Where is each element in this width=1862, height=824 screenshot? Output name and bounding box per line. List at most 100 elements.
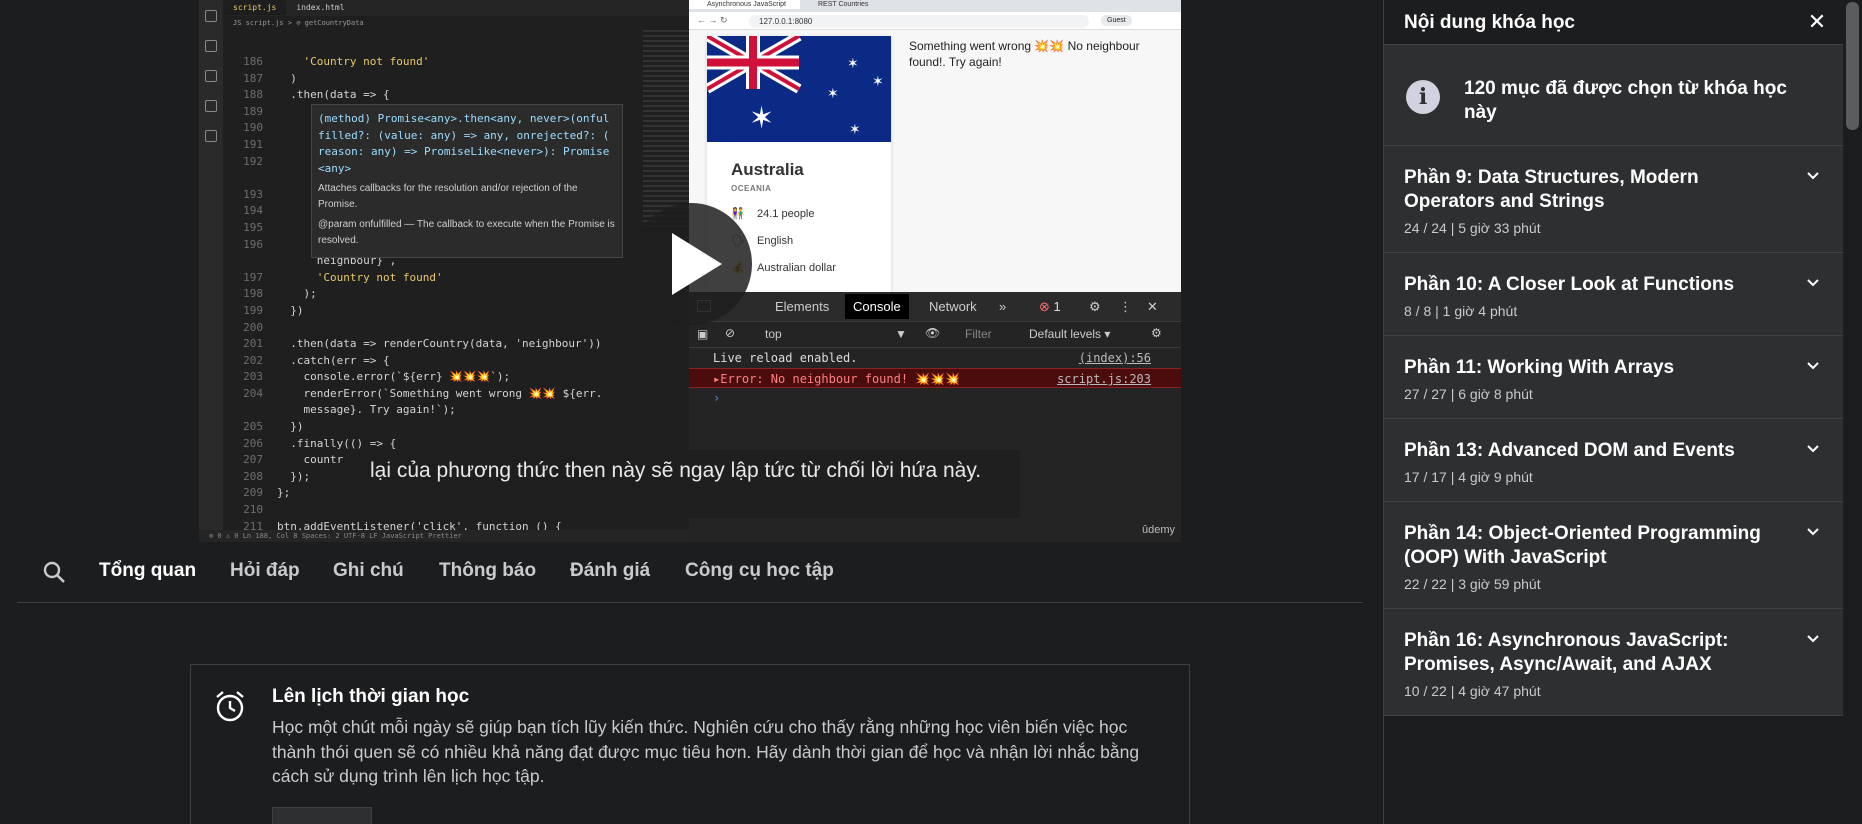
course-section[interactable]: Phần 16: Asynchronous JavaScript: Promis… [1384, 609, 1843, 716]
console-prompt: › [713, 391, 721, 405]
vscode-tab: index.html [296, 3, 345, 12]
vscode-tab: script.js [223, 0, 287, 15]
code-text: .catch(err => { [277, 353, 390, 367]
devtools-tab-elements: Elements [775, 299, 830, 314]
svg-text:✶: ✶ [847, 56, 859, 72]
selected-items-notice: i 120 mục đã được chọn từ khóa học này [1384, 45, 1843, 146]
console-filter: Filter [965, 327, 992, 341]
chevron-down-icon [1807, 362, 1819, 370]
code-text: console.error(`${err} 💥💥💥`); [277, 370, 511, 384]
eye-icon: 👁 [925, 326, 941, 340]
course-section[interactable]: Phần 11: Working With Arrays 27 / 27 | 6… [1384, 336, 1843, 419]
svg-text:✶: ✶ [749, 101, 774, 136]
sidebar-header: Nội dung khóa học ✕ [1384, 0, 1843, 45]
tab-reviews[interactable]: Đánh giá [570, 560, 650, 582]
nav-arrows-icon: ← → ↻ [697, 15, 728, 25]
browser-tab: REST Countries [817, 1, 869, 8]
language-row: 🗣English [731, 234, 891, 247]
line-number: 196 [243, 237, 263, 251]
vscode-status-bar: ⊗ 0 ⚠ 0 Ln 188, Col 8 Spaces: 2 UTF-8 LF… [199, 530, 689, 542]
code-line: 200 [223, 320, 629, 337]
code-line: 198 ); [223, 286, 629, 303]
code-text: message}. Try again!`); [277, 403, 456, 417]
section-title: Phần 16: Asynchronous JavaScript: Promis… [1404, 630, 1729, 675]
search-icon[interactable] [42, 560, 68, 586]
vscode-minimap [643, 30, 689, 230]
page-scrollbar[interactable] [1843, 0, 1862, 824]
tab-notes[interactable]: Ghi chú [333, 560, 404, 582]
console-log-line: Live reload enabled. (index):56 [713, 351, 1151, 365]
line-number: 200 [243, 320, 263, 334]
console-toolbar: ▣ ⊘ top ▼ 👁 Filter Default levels ▾ ⚙ [689, 322, 1181, 348]
dropdown-arrow-icon: ▼ [895, 327, 907, 341]
chevron-down-icon [1807, 445, 1819, 453]
schedule-learning-card: Lên lịch thời gian học Học một chút mỗi … [190, 664, 1190, 824]
tab-learning-tools[interactable]: Công cụ học tập [685, 560, 834, 582]
page-error-message: Something went wrong 💥💥 No neighbour fou… [909, 39, 1140, 69]
section-title: Phần 14: Object-Oriented Programming (OO… [1404, 523, 1761, 568]
udemy-watermark: ûdemy [1142, 524, 1176, 536]
svg-text:✶: ✶ [849, 122, 861, 138]
course-section[interactable]: Phần 14: Object-Oriented Programming (OO… [1384, 502, 1843, 609]
code-text: ); [277, 287, 317, 301]
svg-text:✶: ✶ [872, 74, 884, 90]
devtools-tab-network: Network [929, 299, 977, 314]
people-icon: 👫 [731, 208, 745, 220]
course-section[interactable]: Phần 9: Data Structures, Modern Operator… [1384, 146, 1843, 253]
tab-announcements[interactable]: Thông báo [439, 560, 536, 582]
sidebar-toggle-icon: ▣ [697, 327, 709, 341]
play-button[interactable] [630, 203, 752, 325]
section-meta: 22 / 22 | 3 giờ 59 phút [1404, 576, 1541, 592]
line-number: 201 [243, 337, 263, 351]
vscode-activity-bar [199, 0, 223, 542]
section-title: Phần 13: Advanced DOM and Events [1404, 440, 1735, 461]
clear-console-icon: ⊘ [725, 326, 736, 340]
code-line: 205 }) [223, 419, 629, 436]
tooltip-signature: (method) Promise<any>.then<any, never>(o… [318, 112, 610, 175]
code-text: }) [277, 420, 304, 434]
devtools-tab-more: » [999, 299, 1007, 314]
devtools-tabs: Elements Console Network » ⊗ 1 ⚙ ⋮ ✕ [689, 292, 1181, 322]
code-line: 204 renderError(`Something went wrong 💥💥… [223, 386, 629, 403]
close-icon[interactable]: ✕ [1805, 10, 1829, 34]
section-meta: 8 / 8 | 1 giờ 4 phút [1404, 303, 1518, 319]
line-number: 197 [243, 270, 263, 284]
course-tabs: Tổng quan Hỏi đáp Ghi chú Thông báo Đánh… [17, 542, 1363, 603]
section-meta: 17 / 17 | 4 giờ 9 phút [1404, 469, 1533, 485]
chevron-down-icon [1807, 279, 1819, 287]
line-number: 205 [243, 420, 263, 434]
info-icon: i [1406, 80, 1440, 114]
code-line: 203 console.error(`${err} 💥💥💥`); [223, 369, 629, 386]
schedule-button[interactable] [272, 807, 372, 824]
line-number: 204 [243, 386, 263, 400]
scrollbar-thumb[interactable] [1846, 2, 1859, 130]
line-number: 210 [243, 503, 263, 517]
address-bar: 127.0.0.1:8080 [749, 15, 1089, 28]
australia-flag-image: ✶ ✶ ✶ ✶ ✶ [707, 36, 891, 142]
code-line: 201 .then(data => renderCountry(data, 'n… [223, 336, 629, 353]
code-text: }); [277, 469, 311, 483]
web-page: ✶ ✶ ✶ ✶ ✶ Australia OCEANIA 👫 24.1 people… [689, 30, 1181, 292]
tooltip-doc: Attaches callbacks for the resolution an… [318, 183, 578, 211]
currency-row: 💰Australian dollar [731, 261, 891, 274]
tab-overview[interactable]: Tổng quan [99, 560, 196, 582]
section-meta: 10 / 22 | 4 giờ 47 phút [1404, 683, 1541, 699]
schedule-description: Học một chút mỗi ngày sẽ giúp bạn tích l… [272, 717, 1140, 786]
line-number: 194 [243, 204, 263, 218]
country-region: OCEANIA [731, 184, 772, 193]
tab-qa[interactable]: Hỏi đáp [230, 560, 300, 582]
chevron-down-icon [1807, 528, 1819, 536]
line-number: 202 [243, 353, 263, 367]
schedule-title: Lên lịch thời gian học [272, 686, 470, 707]
settings-gear-icon: ⚙ [1089, 299, 1101, 314]
video-caption: lại của phương thức then này sẽ ngay lập… [358, 450, 1020, 518]
video-player[interactable]: script.js index.html JS script.js > ⊘ get… [0, 0, 1383, 542]
line-number: 193 [243, 187, 263, 201]
line-number: 188 [243, 88, 263, 102]
code-line: 186 'Country not found' [223, 54, 629, 71]
code-text: .then(data => { [277, 88, 390, 102]
course-section[interactable]: Phần 10: A Closer Look at Functions 8 / … [1384, 253, 1843, 336]
course-content-sidebar: Nội dung khóa học ✕ i 120 mục đã được ch… [1383, 0, 1843, 824]
error-count-badge: ⊗ 1 [1039, 299, 1061, 314]
course-section[interactable]: Phần 13: Advanced DOM and Events 17 / 17… [1384, 419, 1843, 502]
